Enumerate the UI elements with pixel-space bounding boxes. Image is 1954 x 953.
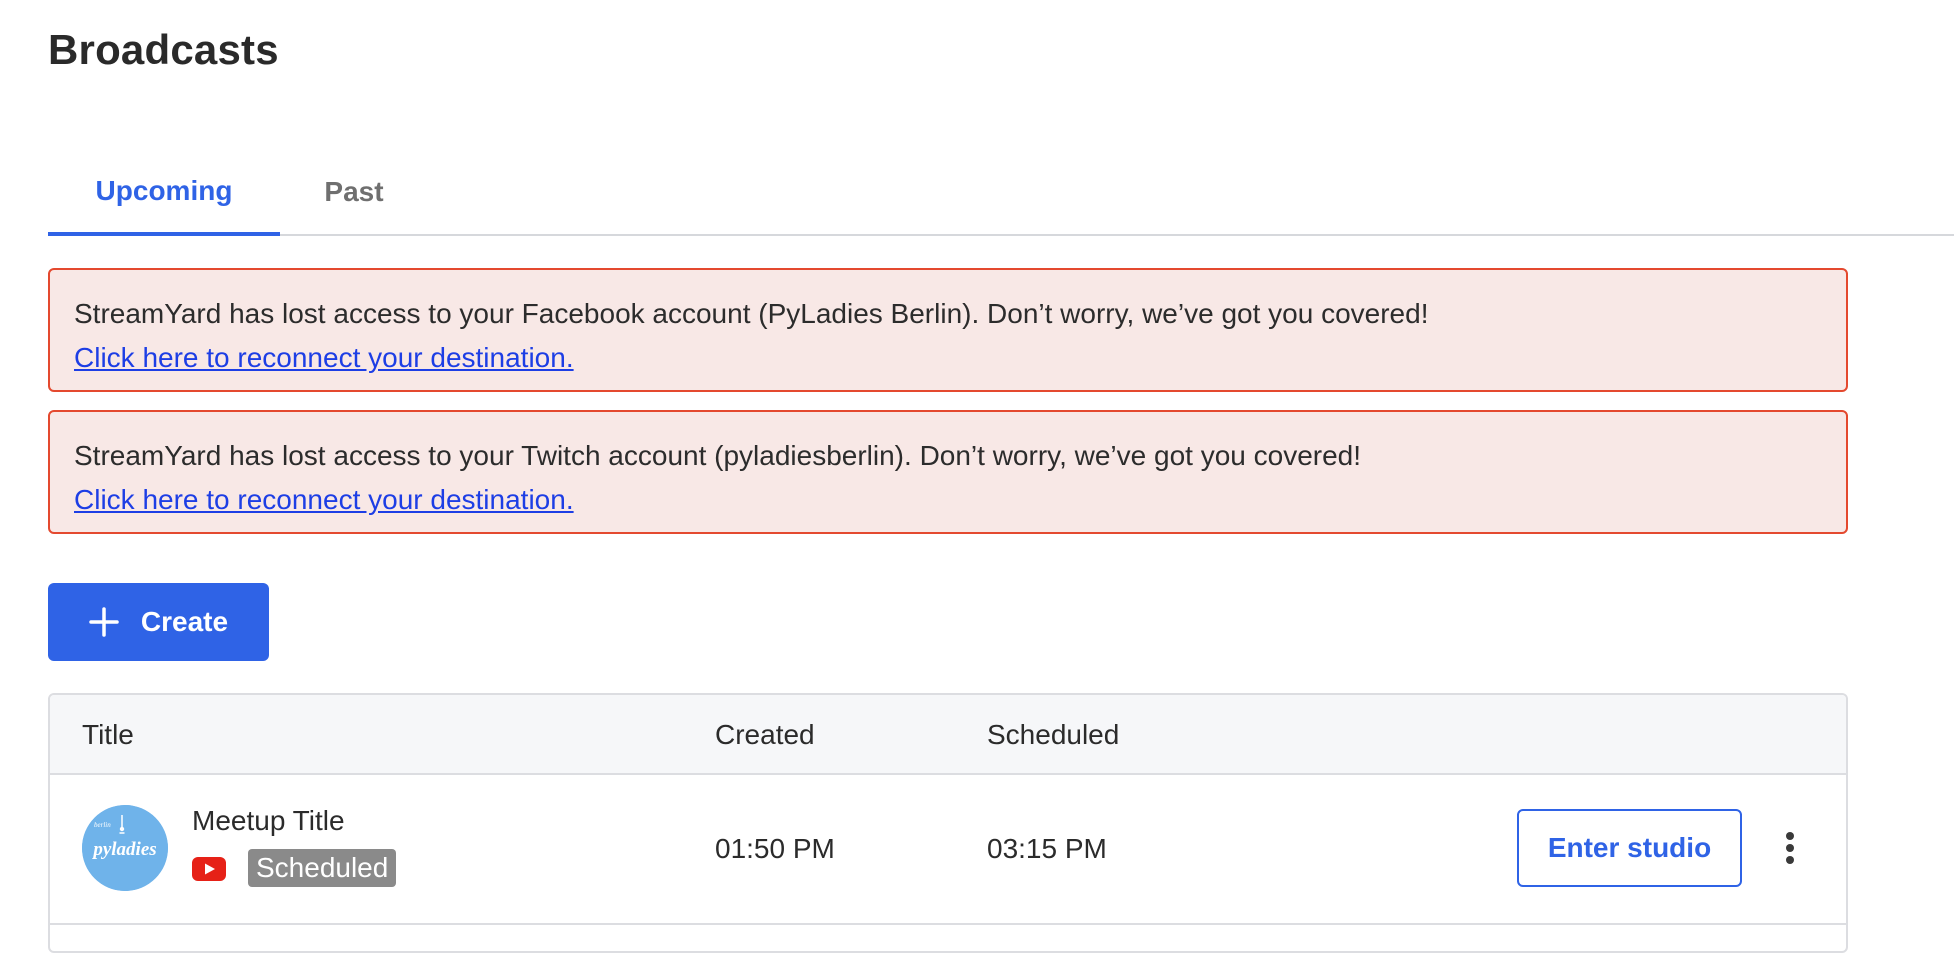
- avatar-wordmark: pyladies: [91, 839, 156, 860]
- broadcast-tabs: Upcoming Past: [48, 150, 1954, 236]
- column-header-created: Created: [715, 719, 815, 750]
- youtube-icon: [192, 857, 226, 881]
- pyladies-logo-icon: berlin pyladies: [82, 805, 168, 891]
- page-title: Broadcasts: [48, 26, 279, 73]
- broadcasts-table: Title Created Scheduled berlin pyladies …: [48, 693, 1848, 953]
- plus-icon: [89, 607, 119, 637]
- twitch-alert-message: StreamYard has lost access to your Twitc…: [74, 440, 1362, 471]
- scheduled-time: 03:15 PM: [987, 833, 1107, 864]
- create-broadcast-button[interactable]: Create: [48, 583, 269, 661]
- create-button-label: Create: [140, 606, 229, 637]
- twitch-access-alert: StreamYard has lost access to your Twitc…: [48, 410, 1848, 534]
- facebook-alert-message: StreamYard has lost access to your Faceb…: [74, 298, 1429, 329]
- facebook-access-alert: StreamYard has lost access to your Faceb…: [48, 268, 1848, 392]
- broadcast-title: Meetup Title: [192, 805, 345, 836]
- column-header-scheduled: Scheduled: [987, 719, 1120, 750]
- more-options-button[interactable]: [1770, 817, 1810, 879]
- pyladies-avatar: berlin pyladies: [82, 805, 168, 891]
- twitch-reconnect-link[interactable]: Click here to reconnect your destination…: [74, 484, 574, 515]
- enter-studio-button[interactable]: Enter studio: [1517, 809, 1742, 887]
- svg-text:berlin: berlin: [94, 821, 111, 829]
- column-header-title: Title: [82, 719, 134, 750]
- vertical-ellipsis-icon: [1786, 832, 1794, 864]
- status-badge: Scheduled: [248, 849, 397, 887]
- tab-upcoming[interactable]: Upcoming: [48, 150, 280, 236]
- created-time: 01:50 PM: [715, 833, 835, 864]
- tab-past[interactable]: Past: [280, 150, 428, 234]
- facebook-reconnect-link[interactable]: Click here to reconnect your destination…: [74, 342, 574, 373]
- table-row[interactable]: berlin pyladies Meetup Title Scheduled 0…: [50, 775, 1846, 925]
- table-header: Title Created Scheduled: [50, 695, 1846, 775]
